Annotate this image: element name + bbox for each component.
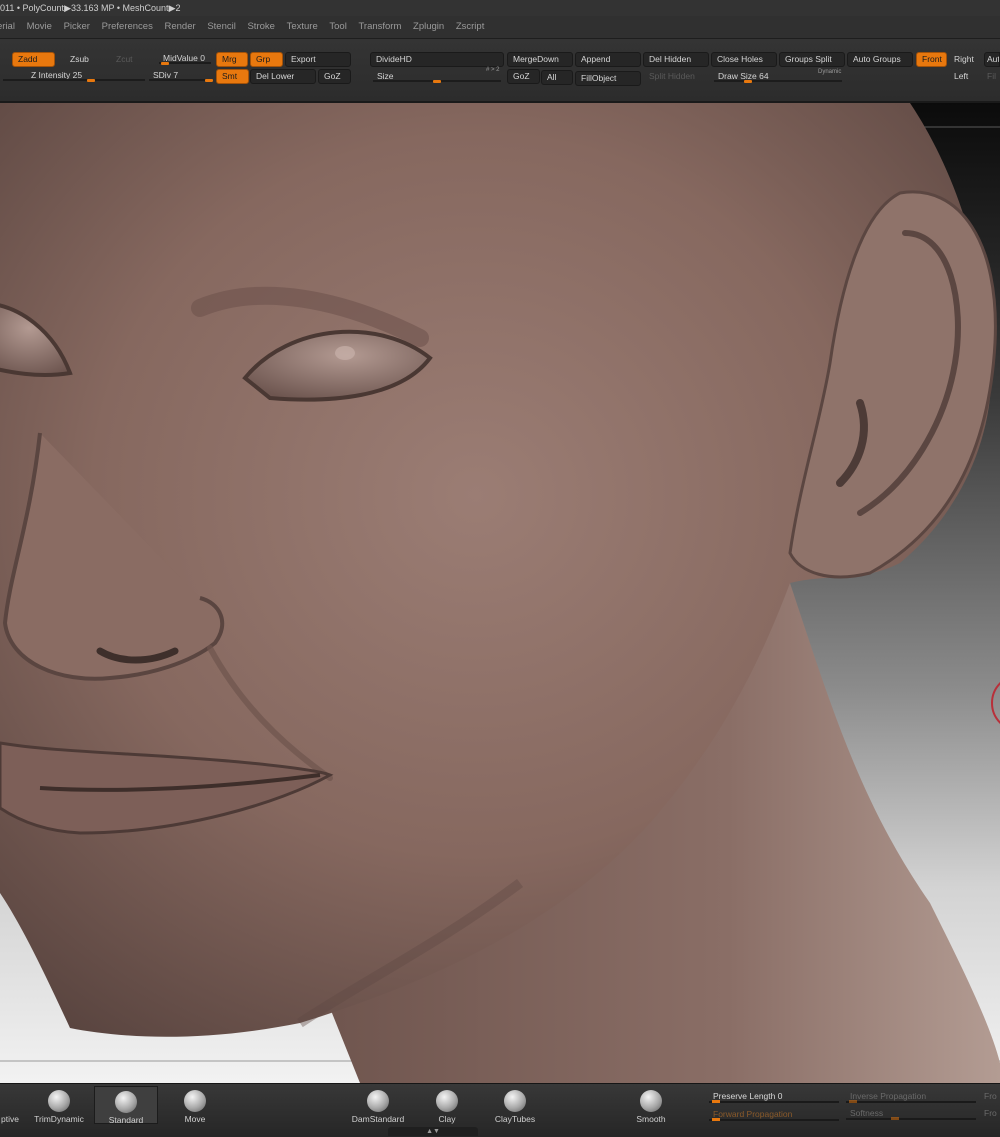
menu-stroke[interactable]: Stroke [247, 16, 274, 38]
brush-move[interactable]: Move [163, 1086, 227, 1124]
zcut-button[interactable]: Zcut [110, 52, 146, 67]
split-hidden-button[interactable]: Split Hidden [643, 69, 709, 84]
auto-groups-button[interactable]: Auto Groups [847, 52, 913, 67]
brush-damstandard[interactable]: DamStandard [346, 1086, 410, 1124]
close-holes-button[interactable]: Close Holes [711, 52, 777, 67]
forward-propagation-slider[interactable]: Forward Propagation [709, 1108, 839, 1121]
menu-zplugin[interactable]: Zplugin [413, 16, 444, 38]
slider-knob[interactable] [712, 1118, 720, 1121]
smt-button[interactable]: Smt [216, 69, 249, 84]
status-bar: 011 • PolyCount▶33.163 MP • MeshCount▶2 [0, 0, 1000, 16]
edge-fragment [0, 52, 10, 67]
sculpt-model-render [0, 103, 1000, 1083]
menu-material[interactable]: erial [0, 16, 15, 38]
slider-knob[interactable] [205, 79, 213, 82]
zadd-button[interactable]: Zadd [12, 52, 55, 67]
inverse-propagation-slider[interactable]: Inverse Propagation [846, 1090, 976, 1103]
menu-picker[interactable]: Picker [64, 16, 90, 38]
brush-sphere-icon [115, 1091, 137, 1113]
toolbar: Zadd Zsub Zcut Z Intensity 25 MidValue 0… [0, 39, 1000, 103]
softness-slider[interactable]: Softness [846, 1107, 976, 1120]
polycount-value: 33.163 MP [70, 3, 115, 13]
goz-all-button[interactable]: GoZ [507, 69, 540, 84]
fill-button[interactable]: Fil [984, 69, 1000, 84]
brush-trimdynamic[interactable]: TrimDynamic [27, 1086, 91, 1124]
left-button[interactable]: Left [948, 69, 982, 84]
slider-knob[interactable] [744, 80, 752, 83]
menu-zscript[interactable]: Zscript [456, 16, 485, 38]
cursor-ring-icon [991, 682, 1000, 724]
all-button[interactable]: All [541, 70, 573, 85]
slider-knob[interactable] [161, 62, 169, 65]
preserve-length-slider[interactable]: Preserve Length 0 [709, 1090, 839, 1103]
slider-knob[interactable] [712, 1100, 720, 1103]
menu-preferences[interactable]: Preferences [102, 16, 153, 38]
menu-transform[interactable]: Transform [358, 16, 401, 38]
export-button[interactable]: Export [285, 52, 351, 67]
slider-knob[interactable] [87, 79, 95, 82]
polycount-label: PolyCount [22, 3, 65, 13]
fro-fragment[interactable]: Fro [982, 1090, 1000, 1103]
menu-render[interactable]: Render [165, 16, 196, 38]
slider-knob[interactable] [433, 80, 441, 83]
goz-button[interactable]: GoZ [318, 69, 351, 84]
size-slider[interactable]: Size [370, 69, 504, 84]
menu-bar: erial Movie Picker Preferences Render St… [0, 16, 1000, 39]
brush-sphere-icon [367, 1090, 389, 1112]
fillobject-button[interactable]: FillObject [575, 71, 641, 86]
grp-button[interactable]: Grp [250, 52, 283, 67]
menu-stencil[interactable]: Stencil [207, 16, 236, 38]
del-hidden-button[interactable]: Del Hidden [643, 52, 709, 67]
brush-sphere-icon [640, 1090, 662, 1112]
midvalue-slider[interactable]: MidValue 0 [156, 51, 214, 66]
viewport-canvas[interactable] [0, 103, 1000, 1083]
front-button[interactable]: Front [916, 52, 947, 67]
arrow-right-icon: ▶ [64, 3, 71, 13]
brush-shelf: ptive TrimDynamic Standard Move DamStand… [0, 1083, 1000, 1137]
auto-button[interactable]: Aut [984, 52, 1000, 67]
shelf-collapse-handle[interactable]: ▲▼ [388, 1127, 478, 1136]
meshcount-value: 2 [175, 3, 181, 13]
brush-sphere-icon [184, 1090, 206, 1112]
mergedown-button[interactable]: MergeDown [507, 52, 573, 67]
brush-standard[interactable]: Standard [94, 1086, 158, 1125]
del-lower-button[interactable]: Del Lower [250, 69, 316, 84]
brush-sphere-icon [48, 1090, 70, 1112]
size-hint: # > 2 [486, 67, 500, 73]
mrg-button[interactable]: Mrg [216, 52, 248, 67]
menu-texture[interactable]: Texture [287, 16, 318, 38]
fro-fragment[interactable]: Fro [982, 1107, 1000, 1120]
zsub-button[interactable]: Zsub [64, 52, 104, 67]
brush-claytubes[interactable]: ClayTubes [483, 1086, 547, 1124]
chevron-up-icon: ▲▼ [426, 1128, 440, 1135]
append-button[interactable]: Append [575, 52, 641, 67]
brush-sphere-icon [504, 1090, 526, 1112]
status-fragment: 011 [0, 3, 15, 13]
brush-clay[interactable]: Clay [415, 1086, 479, 1124]
groups-split-button[interactable]: Groups Split [779, 52, 845, 67]
brush-smooth[interactable]: Smooth [619, 1086, 683, 1124]
dynamic-toggle[interactable]: Dynamic [818, 69, 841, 75]
brush-sphere-icon [436, 1090, 458, 1112]
slider-knob[interactable] [849, 1100, 857, 1103]
menu-tool[interactable]: Tool [329, 16, 346, 38]
dividehd-button[interactable]: DivideHD [370, 52, 504, 67]
z-intensity-slider[interactable]: Z Intensity 25 [0, 68, 148, 83]
menu-movie[interactable]: Movie [27, 16, 52, 38]
meshcount-label: MeshCount [122, 3, 169, 13]
slider-knob[interactable] [891, 1117, 899, 1120]
sdiv-slider[interactable]: SDiv 7 [146, 68, 214, 83]
right-button[interactable]: Right [948, 52, 982, 67]
